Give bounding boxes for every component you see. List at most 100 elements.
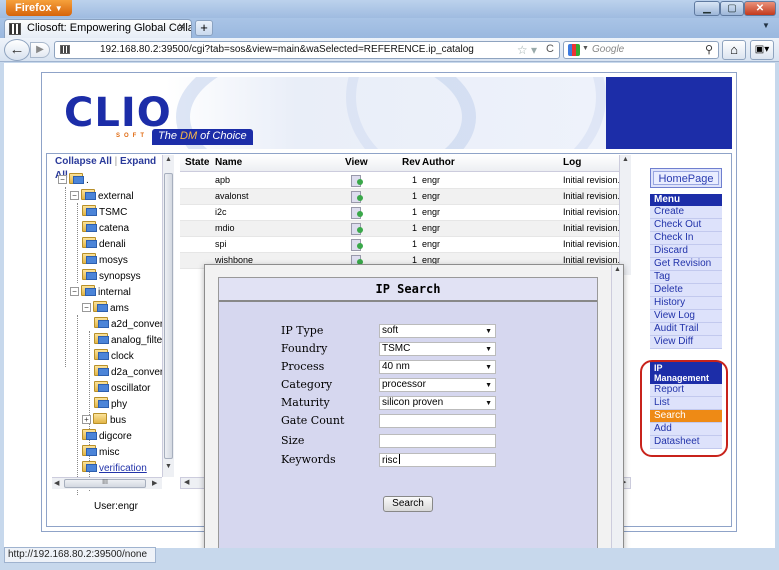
bookmark-star-icon[interactable]: ☆ ▾ — [517, 43, 537, 57]
tree-node-phy[interactable]: phy — [94, 397, 127, 413]
col-view[interactable]: View — [345, 157, 368, 168]
tree-node-bus[interactable]: + bus — [82, 413, 126, 429]
dialog-scrollbar[interactable]: ▲ ▼ — [611, 265, 623, 548]
menu-item-discard[interactable]: Discard — [650, 245, 722, 258]
tab-close-icon[interactable]: ✕ — [178, 22, 186, 33]
menu-item-check-out[interactable]: Check Out — [650, 219, 722, 232]
search-submit-button[interactable]: Search — [383, 496, 433, 512]
site-identity-icon[interactable] — [60, 45, 70, 54]
url-bar[interactable]: 192.168.80.2:39500/cgi?tab=sos&view=main… — [54, 41, 560, 59]
col-name[interactable]: Name — [215, 157, 242, 168]
tree-node-digcore[interactable]: digcore — [82, 429, 132, 445]
gate-count-input[interactable] — [379, 414, 496, 428]
minimize-button[interactable]: ▁ — [694, 1, 720, 16]
category-select[interactable]: processor ▼ — [379, 378, 496, 392]
table-row[interactable]: i2c 1 engr Initial revision. — [180, 205, 631, 221]
tree-node-analog-filter[interactable]: analog_filter — [94, 333, 165, 349]
home-button[interactable]: ⌂ — [722, 40, 746, 60]
table-header: State Name View Rev Author Log — [180, 155, 631, 172]
homepage-link[interactable]: HomePage — [653, 171, 719, 185]
scroll-up-icon[interactable]: ▲ — [165, 156, 172, 163]
scroll-down-icon[interactable]: ▼ — [165, 463, 172, 470]
table-row[interactable]: avalonst 1 engr Initial revision. — [180, 189, 631, 205]
view-file-icon[interactable] — [351, 175, 363, 187]
scroll-thumb[interactable] — [164, 173, 173, 459]
collapse-all-link[interactable]: Collapse All — [55, 156, 112, 167]
col-log[interactable]: Log — [563, 157, 581, 168]
col-rev[interactable]: Rev — [402, 157, 420, 168]
tree-node-root[interactable]: −. — [58, 173, 89, 189]
table-scroll-left[interactable]: ◀ — [180, 477, 206, 489]
back-button[interactable]: ← — [4, 39, 30, 61]
menu-item-view-log[interactable]: View Log — [650, 310, 722, 323]
menu-panel: Menu Create Check Out Check In Discard G… — [650, 194, 722, 349]
label-size: Size — [281, 434, 305, 447]
table-row[interactable]: spi 1 engr Initial revision. — [180, 237, 631, 253]
folder-icon — [94, 333, 109, 344]
tree-node-external[interactable]: − external — [70, 189, 134, 205]
new-tab-button[interactable]: + — [195, 20, 213, 36]
menu-item-get-revision[interactable]: Get Revision — [650, 258, 722, 271]
menu-item-view-diff[interactable]: View Diff — [650, 336, 722, 349]
tree-node-verification[interactable]: verification — [82, 461, 147, 477]
tab-strip: Cliosoft: Empowering Global Collaborati.… — [0, 18, 779, 38]
menu-item-delete[interactable]: Delete — [650, 284, 722, 297]
tree-node-mosys[interactable]: mosys — [82, 253, 128, 269]
forward-button[interactable]: ▶ — [30, 42, 50, 58]
tree-node-tsmc[interactable]: TSMC — [82, 205, 127, 221]
tree-node-d2a-conver[interactable]: d2a_conver — [94, 365, 163, 381]
clio-banner: CLIO SOFT The DM of Choice — [46, 77, 732, 149]
ip-search-dialog: IP Search IP Type soft ▼ Foundry TSMC ▼ Pr… — [204, 264, 624, 548]
search-magnifier-icon[interactable]: ⚲ — [705, 43, 713, 56]
search-bar[interactable]: ▼ Google ⚲ — [563, 41, 719, 59]
list-all-tabs-icon[interactable]: ▼ — [762, 21, 770, 30]
scroll-right-icon[interactable]: ▶ — [152, 479, 157, 487]
maturity-select[interactable]: silicon proven ▼ — [379, 396, 496, 410]
view-file-icon[interactable] — [351, 223, 363, 235]
col-author[interactable]: Author — [422, 157, 455, 168]
scroll-up-icon[interactable]: ▲ — [622, 156, 629, 163]
tree-node-clock[interactable]: clock — [94, 349, 134, 365]
menu-item-audit-trail[interactable]: Audit Trail — [650, 323, 722, 336]
scroll-left-icon[interactable]: ◀ — [54, 479, 59, 487]
maximize-button[interactable]: ▢ — [720, 1, 744, 16]
tree-node-internal[interactable]: − internal — [70, 285, 131, 301]
browser-tab-cliosoft[interactable]: Cliosoft: Empowering Global Collaborati.… — [4, 19, 192, 38]
engine-dropdown-icon[interactable]: ▼ — [582, 45, 589, 52]
table-row[interactable]: apb 1 engr Initial revision. — [180, 173, 631, 189]
tree-node-oscillator[interactable]: oscillator — [94, 381, 150, 397]
reload-icon[interactable]: C — [546, 43, 554, 55]
view-file-icon[interactable] — [351, 191, 363, 203]
foundry-select[interactable]: TSMC ▼ — [379, 342, 496, 356]
close-window-button[interactable]: ✕ — [744, 1, 776, 16]
folder-icon — [82, 253, 97, 264]
table-row[interactable]: mdio 1 engr Initial revision. — [180, 221, 631, 237]
view-file-icon[interactable] — [351, 207, 363, 219]
tree-node-a2d-conver[interactable]: a2d_conver — [94, 317, 163, 333]
addon-menu-button[interactable]: ▣▾ — [750, 40, 774, 60]
tree-node-misc[interactable]: misc — [82, 445, 120, 461]
menu-item-create[interactable]: Create — [650, 206, 722, 219]
tree-vertical-scrollbar[interactable]: ▲ ▼ — [162, 155, 174, 477]
google-engine-icon[interactable] — [568, 44, 580, 56]
firefox-menu-button[interactable]: Firefox ▼ — [6, 0, 72, 16]
scroll-thumb-h[interactable]: III — [64, 479, 146, 488]
url-text[interactable]: 192.168.80.2:39500/cgi?tab=sos&view=main… — [100, 44, 474, 55]
size-input[interactable] — [379, 434, 496, 448]
menu-title: Menu — [650, 194, 722, 206]
scroll-up-icon[interactable]: ▲ — [614, 266, 621, 273]
ip-type-select[interactable]: soft ▼ — [379, 324, 496, 338]
col-state[interactable]: State — [185, 157, 209, 168]
tree-node-synopsys[interactable]: synopsys — [82, 269, 141, 285]
table-vertical-scrollbar[interactable]: ▲ — [619, 155, 631, 275]
menu-item-tag[interactable]: Tag — [650, 271, 722, 284]
tree-node-denali[interactable]: denali — [82, 237, 126, 253]
keywords-input[interactable]: risc — [379, 453, 496, 467]
tree-horizontal-scrollbar[interactable]: ◀ III ▶ — [52, 477, 162, 489]
tree-node-ams[interactable]: − ams — [82, 301, 129, 317]
menu-item-history[interactable]: History — [650, 297, 722, 310]
menu-item-check-in[interactable]: Check In — [650, 232, 722, 245]
view-file-icon[interactable] — [351, 239, 363, 251]
process-select[interactable]: 40 nm ▼ — [379, 360, 496, 374]
tree-node-catena[interactable]: catena — [82, 221, 129, 237]
